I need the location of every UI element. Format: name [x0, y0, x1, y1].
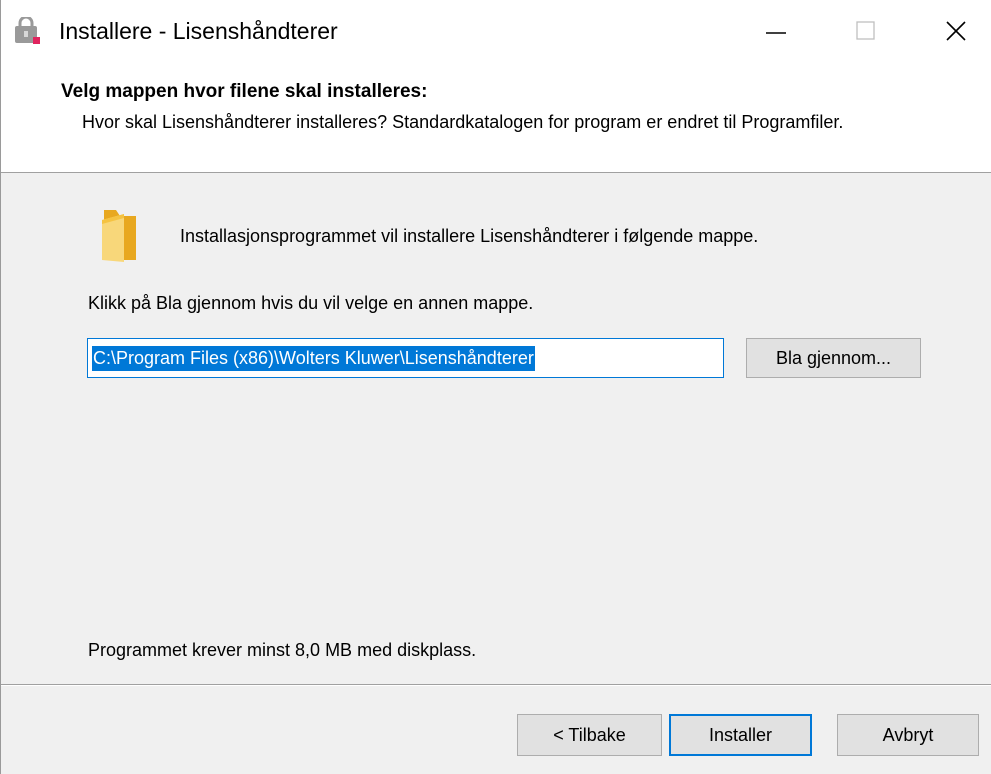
- cancel-button[interactable]: Avbryt: [837, 714, 979, 756]
- browse-hint: Klikk på Bla gjennom hvis du vil velge e…: [88, 293, 534, 313]
- close-icon: [946, 21, 966, 41]
- wizard-header: Velg mappen hvor filene skal installeres…: [1, 62, 991, 173]
- close-button[interactable]: [911, 0, 991, 62]
- back-button[interactable]: < Tilbake: [517, 714, 662, 756]
- folder-icon: [102, 210, 136, 262]
- maximize-button[interactable]: [821, 0, 911, 62]
- page-title: Velg mappen hvor filene skal installeres…: [61, 81, 428, 102]
- minimize-icon: [766, 32, 786, 34]
- install-path-input[interactable]: C:\Program Files (x86)\Wolters Kluwer\Li…: [87, 338, 724, 378]
- maximize-icon: [856, 21, 875, 40]
- footer-divider: [1, 684, 991, 686]
- browse-button[interactable]: Bla gjennom...: [746, 338, 921, 378]
- install-button[interactable]: Installer: [669, 714, 812, 756]
- intro-text: Installasjonsprogrammet vil installere L…: [180, 226, 759, 246]
- title-bar[interactable]: Installere - Lisenshåndterer: [1, 0, 991, 62]
- minimize-button[interactable]: [731, 0, 821, 62]
- installer-window: Installere - Lisenshåndterer Velg mappen…: [0, 0, 991, 774]
- page-description: Hvor skal Lisenshåndterer installeres? S…: [82, 112, 844, 132]
- disk-space-text: Programmet krever minst 8,0 MB med diskp…: [88, 640, 477, 660]
- installer-app-icon: [15, 17, 40, 44]
- window-title: Installere - Lisenshåndterer: [59, 18, 338, 44]
- install-path-value: C:\Program Files (x86)\Wolters Kluwer\Li…: [92, 345, 535, 371]
